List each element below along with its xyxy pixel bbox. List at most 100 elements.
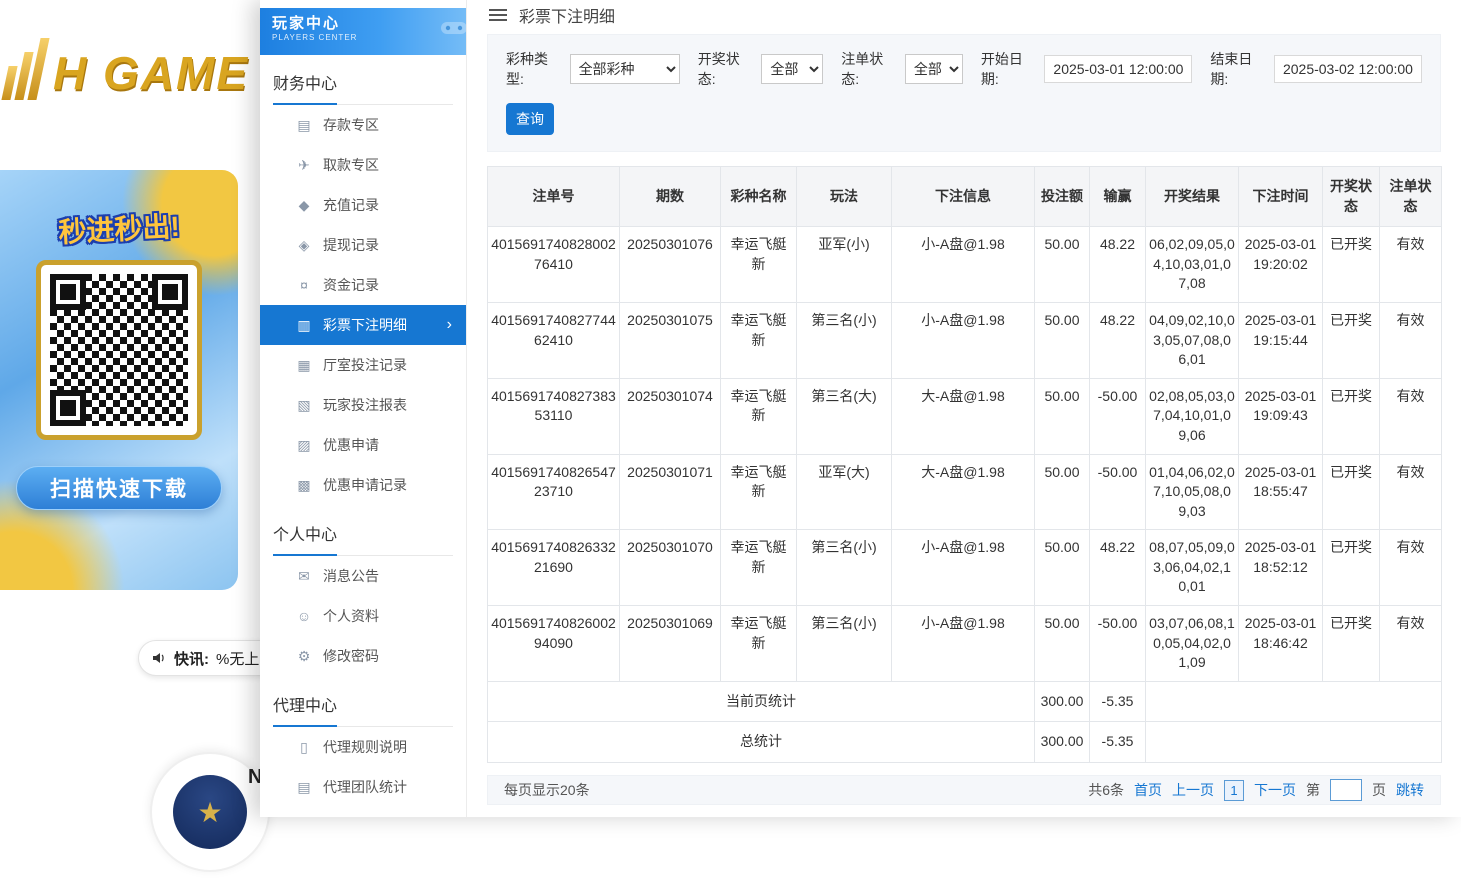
- cell-lottery: 幸运飞艇新: [721, 530, 797, 606]
- sidebar-item-profile[interactable]: ☺个人资料: [260, 596, 466, 636]
- qr-code: [50, 274, 188, 426]
- sidebar-item-hall-bet-records[interactable]: ▦厅室投注记录: [260, 345, 466, 385]
- sidebar-item-agent-rules[interactable]: ▯代理规则说明: [260, 727, 466, 767]
- cell-period: 20250301075: [620, 302, 721, 378]
- lottery-type-select[interactable]: 全部彩种: [570, 54, 680, 84]
- section-title: 个人中心: [273, 521, 453, 556]
- sidebar-item-agent-team-stats[interactable]: ▤代理团队统计: [260, 767, 466, 807]
- scan-download-button[interactable]: 扫描快速下载: [16, 466, 222, 510]
- filter-row: 彩种类型: 全部彩种 开奖状态: 全部 注单状态: 全部 开始日期: 结束日期:: [506, 49, 1422, 89]
- sidebar: 玩家中心 PLAYERS CENTER 财务中心▤存款专区✈取款专区◆充值记录◈…: [260, 0, 467, 817]
- speaker-icon: [151, 650, 167, 666]
- cell-amount: 50.00: [1035, 454, 1090, 530]
- cell-draw_status: 已开奖: [1323, 606, 1380, 682]
- sidebar-item-player-bet-report[interactable]: ▧玩家投注报表: [260, 385, 466, 425]
- draw-status-select[interactable]: 全部: [761, 54, 823, 84]
- table-row: 40156917408265472371020250301071幸运飞艇新亚军(…: [488, 454, 1442, 530]
- agent-team-stats-icon: ▤: [296, 779, 312, 796]
- cell-bet_time: 2025-03-01 18:52:12: [1239, 530, 1323, 606]
- cell-bet_time: 2025-03-01 19:15:44: [1239, 302, 1323, 378]
- withdrawal-records-icon: ◈: [296, 237, 312, 254]
- next-page-link[interactable]: 下一页: [1254, 780, 1296, 800]
- funds-records-icon: ¤: [296, 277, 312, 293]
- deposit-icon: ▤: [296, 117, 312, 134]
- cell-result: 02,08,05,03,07,04,10,01,09,06: [1146, 378, 1239, 454]
- sidebar-section: 代理中心▯代理规则说明▤代理团队统计: [260, 692, 466, 807]
- sidebar-item-funds-records[interactable]: ¤资金记录: [260, 265, 466, 305]
- cell-play: 第三名(小): [797, 606, 892, 682]
- main-content: 彩票下注明细 彩种类型: 全部彩种 开奖状态: 全部 注单状态: 全部 开始日期…: [467, 0, 1461, 817]
- cell-draw_status: 已开奖: [1323, 378, 1380, 454]
- recharge-records-icon: ◆: [296, 197, 312, 214]
- sidebar-item-promo-apply-records[interactable]: ▩优惠申请记录: [260, 465, 466, 505]
- cell-bet_status: 有效: [1380, 454, 1442, 530]
- summary-empty: [1146, 681, 1442, 722]
- cell-amount: 50.00: [1035, 606, 1090, 682]
- summary-empty: [1146, 722, 1442, 763]
- sidebar-item-promo-apply[interactable]: ▨优惠申请: [260, 425, 466, 465]
- sidebar-item-label: 玩家投注报表: [323, 395, 407, 415]
- sidebar-item-label: 厅室投注记录: [323, 355, 407, 375]
- summary-label: 当前页统计: [488, 681, 1035, 722]
- cell-bet_status: 有效: [1380, 530, 1442, 606]
- filter-panel: 彩种类型: 全部彩种 开奖状态: 全部 注单状态: 全部 开始日期: 结束日期:…: [487, 34, 1441, 152]
- cell-play: 第三名(大): [797, 378, 892, 454]
- cell-bet_status: 有效: [1380, 227, 1442, 303]
- column-header: 下注时间: [1239, 166, 1323, 226]
- cell-period: 20250301071: [620, 454, 721, 530]
- cell-win_loss: 48.22: [1090, 302, 1146, 378]
- end-date-input[interactable]: [1274, 55, 1422, 83]
- total-count: 共6条: [1088, 780, 1124, 800]
- cell-win_loss: 48.22: [1090, 530, 1146, 606]
- qr-card: [36, 260, 202, 440]
- cell-period: 20250301076: [620, 227, 721, 303]
- sidebar-section: 个人中心✉消息公告☺个人资料⚙修改密码: [260, 521, 466, 676]
- current-page[interactable]: 1: [1224, 780, 1244, 801]
- cell-draw_status: 已开奖: [1323, 454, 1380, 530]
- table-row: 40156917408263322169020250301070幸运飞艇新第三名…: [488, 530, 1442, 606]
- start-date-label: 开始日期:: [981, 49, 1037, 89]
- cell-lottery: 幸运飞艇新: [721, 606, 797, 682]
- sidebar-header: 玩家中心 PLAYERS CENTER: [260, 8, 467, 55]
- order-status-label: 注单状态:: [841, 49, 897, 89]
- cell-bet_time: 2025-03-01 19:20:02: [1239, 227, 1323, 303]
- cell-bet_id: 401569174082633221690: [488, 530, 620, 606]
- table-row: 40156917408260029409020250301069幸运飞艇新第三名…: [488, 606, 1442, 682]
- sidebar-item-deposit-zone[interactable]: ▤存款专区: [260, 105, 466, 145]
- change-password-icon: ⚙: [296, 648, 312, 665]
- jump-page-input[interactable]: [1330, 779, 1362, 801]
- content-header: 彩票下注明细: [467, 0, 1461, 30]
- sidebar-item-withdraw-zone[interactable]: ✈取款专区: [260, 145, 466, 185]
- sidebar-section: 财务中心▤存款专区✈取款专区◆充值记录◈提现记录¤资金记录▥彩票下注明细›▦厅室…: [260, 70, 466, 505]
- sidebar-item-withdrawal-records[interactable]: ◈提现记录: [260, 225, 466, 265]
- cell-draw_status: 已开奖: [1323, 227, 1380, 303]
- cell-lottery: 幸运飞艇新: [721, 227, 797, 303]
- sidebar-item-recharge-records[interactable]: ◆充值记录: [260, 185, 466, 225]
- sidebar-sections: 财务中心▤存款专区✈取款专区◆充值记录◈提现记录¤资金记录▥彩票下注明细›▦厅室…: [260, 70, 466, 807]
- sidebar-item-change-password[interactable]: ⚙修改密码: [260, 636, 466, 676]
- order-status-select[interactable]: 全部: [905, 54, 963, 84]
- start-date-input[interactable]: [1044, 55, 1192, 83]
- first-page-link[interactable]: 首页: [1134, 780, 1162, 800]
- page-title: 彩票下注明细: [519, 3, 615, 27]
- column-header: 期数: [620, 166, 721, 226]
- cell-play: 亚军(大): [797, 454, 892, 530]
- promo-badge: 秒进秒出!: [0, 202, 238, 254]
- query-button[interactable]: 查询: [506, 103, 554, 135]
- cell-period: 20250301074: [620, 378, 721, 454]
- menu-toggle-icon[interactable]: [489, 6, 507, 24]
- cell-bet_info: 小-A盘@1.98: [892, 606, 1035, 682]
- jump-link[interactable]: 跳转: [1396, 780, 1424, 800]
- column-header: 开奖结果: [1146, 166, 1239, 226]
- cell-bet_info: 小-A盘@1.98: [892, 227, 1035, 303]
- sidebar-item-label: 优惠申请: [323, 435, 379, 455]
- sidebar-item-lottery-bet-details[interactable]: ▥彩票下注明细›: [260, 305, 466, 345]
- cell-bet_status: 有效: [1380, 606, 1442, 682]
- sidebar-item-label: 优惠申请记录: [323, 475, 407, 495]
- table-header-row: 注单号期数彩种名称玩法下注信息投注额输赢开奖结果下注时间开奖状态注单状态: [488, 166, 1442, 226]
- end-date-label: 结束日期:: [1210, 49, 1266, 89]
- sidebar-item-messages[interactable]: ✉消息公告: [260, 556, 466, 596]
- avatar-emblem-icon: ★: [173, 775, 247, 849]
- cell-amount: 50.00: [1035, 378, 1090, 454]
- prev-page-link[interactable]: 上一页: [1172, 780, 1214, 800]
